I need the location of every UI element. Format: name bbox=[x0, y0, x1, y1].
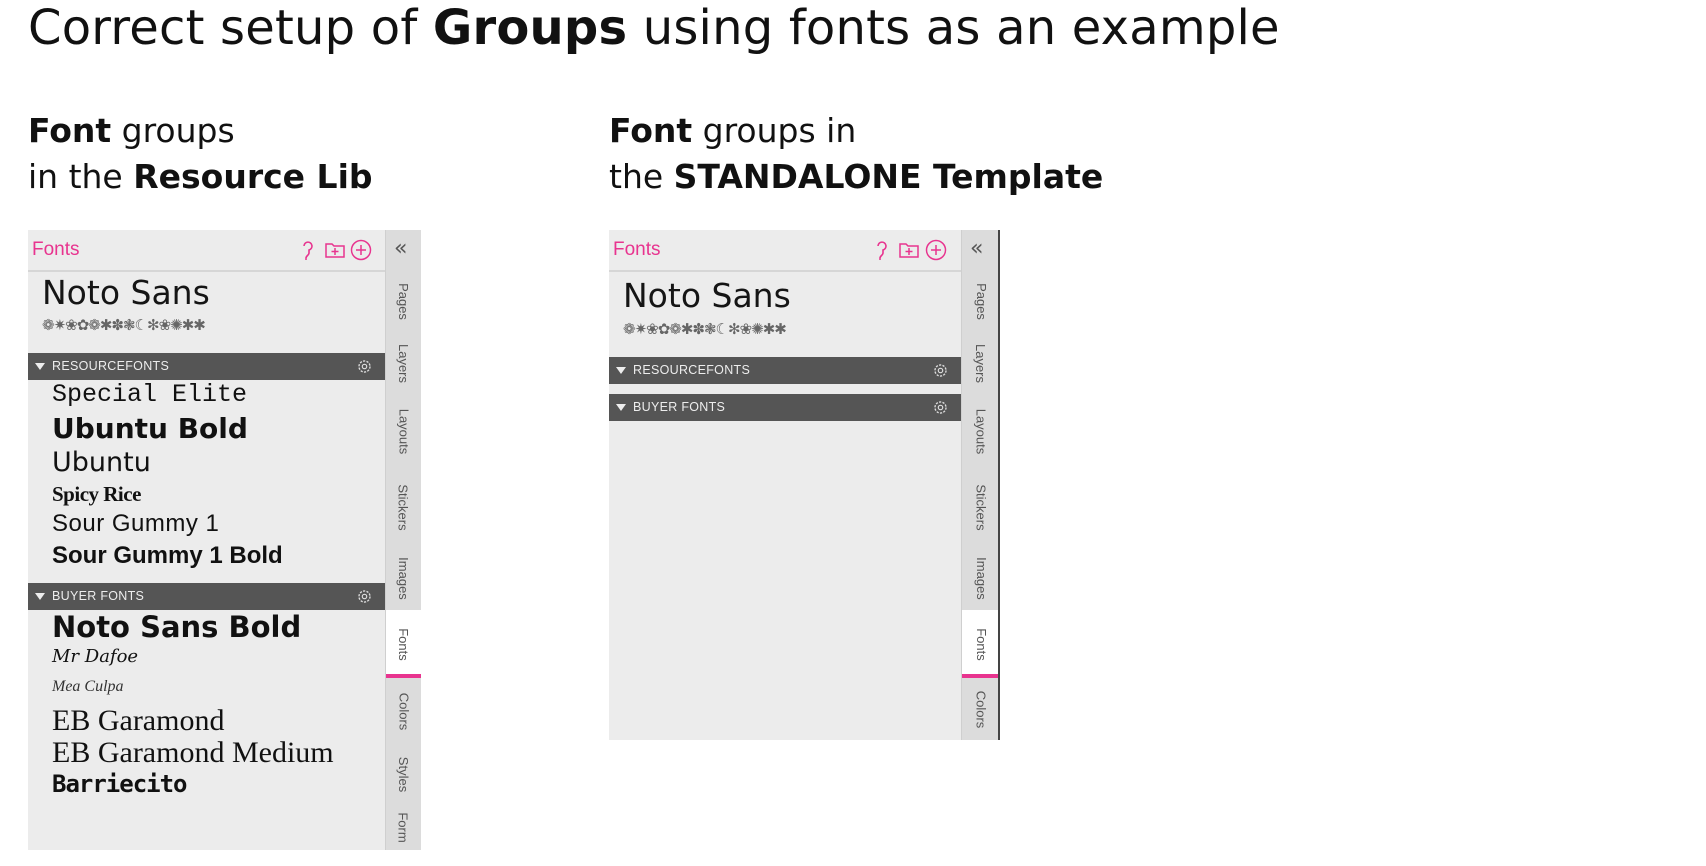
tab-label: Layouts bbox=[973, 408, 989, 454]
caption-bold: Font bbox=[609, 111, 693, 150]
tab-label: Fonts bbox=[973, 627, 989, 661]
resource-lib-fonts-panel: Fonts Noto Sans ❁✷❀✿❁✱✽❃☾✻❀✺✱✱ RESOURCEF… bbox=[28, 230, 385, 850]
tab-images[interactable]: Images bbox=[962, 546, 1000, 610]
font-item-sour-gummy-bold[interactable]: Sour Gummy 1 Bold bbox=[52, 542, 283, 570]
tab-label: Styles bbox=[396, 756, 411, 792]
glyph-sample: ❁✷❀✿❁✱✽❃☾✻❀✺✱✱ bbox=[623, 320, 787, 338]
font-item-mea-culpa[interactable]: Mea Culpa bbox=[52, 678, 124, 696]
font-item-ubuntu[interactable]: Ubuntu bbox=[52, 447, 151, 478]
caption-text: groups bbox=[111, 111, 235, 150]
tab-label: Pages bbox=[973, 282, 989, 320]
font-item-mr-dafoe[interactable]: Mr Dafoe bbox=[52, 646, 138, 667]
font-item-ubuntu-bold[interactable]: Ubuntu Bold bbox=[52, 412, 248, 445]
tab-fonts[interactable]: Fonts bbox=[962, 610, 1000, 678]
tab-label: Fonts bbox=[395, 627, 411, 661]
group-label: BUYER FONTS bbox=[52, 589, 145, 603]
glyph-sample: ❁✷❀✿❁✱✽❃☾✻❀✺✱✱ bbox=[42, 316, 206, 334]
font-item-special-elite[interactable]: Special Elite bbox=[52, 380, 247, 409]
tab-stickers[interactable]: Stickers bbox=[962, 468, 1000, 546]
tab-label: Colors bbox=[973, 690, 989, 728]
tab-form[interactable]: Form bbox=[386, 804, 421, 850]
tab-label: Layers bbox=[973, 343, 989, 383]
featured-font-noto-sans[interactable]: Noto Sans bbox=[42, 273, 210, 312]
tab-label: Colors bbox=[396, 692, 412, 730]
caption-text: the bbox=[609, 157, 674, 196]
heading-text-end: using fonts as an example bbox=[627, 0, 1280, 56]
double-chevron-left-icon[interactable]: « bbox=[970, 236, 983, 261]
tab-pages[interactable]: Pages bbox=[386, 270, 421, 332]
tab-label: Stickers bbox=[396, 483, 412, 531]
tab-layouts[interactable]: Layouts bbox=[386, 394, 421, 468]
plus-circle-icon[interactable] bbox=[350, 239, 372, 261]
triangle-down-icon[interactable] bbox=[616, 404, 626, 411]
standalone-template-caption: Font groups in the STANDALONE Template bbox=[609, 108, 1103, 200]
double-chevron-left-icon[interactable]: « bbox=[394, 236, 407, 261]
font-item-barriecito[interactable]: Barriecito bbox=[52, 770, 187, 798]
panel-title: Fonts bbox=[32, 239, 80, 260]
tab-label: Pages bbox=[396, 282, 411, 320]
panel-header: Fonts bbox=[609, 230, 961, 272]
caption-bold: STANDALONE Template bbox=[673, 157, 1104, 196]
page-heading: Correct setup of Groups using fonts as a… bbox=[28, 0, 1280, 56]
caption-text: groups in bbox=[692, 111, 857, 150]
group-bar-resourcefonts[interactable]: RESOURCEFONTS bbox=[609, 357, 961, 384]
folder-plus-icon[interactable] bbox=[898, 239, 920, 261]
triangle-down-icon[interactable] bbox=[616, 367, 626, 374]
tab-stickers[interactable]: Stickers bbox=[386, 468, 421, 546]
group-bar-buyer-fonts[interactable]: BUYER FONTS bbox=[609, 394, 961, 421]
panel-edge bbox=[998, 230, 1000, 740]
tab-layers[interactable]: Layers bbox=[962, 332, 1000, 394]
heading-text: Correct setup of bbox=[28, 0, 433, 56]
heading-bold-text: Groups bbox=[432, 0, 628, 56]
question-icon[interactable] bbox=[871, 239, 893, 261]
group-label: RESOURCEFONTS bbox=[633, 363, 751, 377]
featured-font-noto-sans[interactable]: Noto Sans bbox=[623, 276, 791, 315]
tab-pages[interactable]: Pages bbox=[962, 270, 1000, 332]
font-item-eb-garamond-medium[interactable]: EB Garamond Medium bbox=[52, 736, 334, 770]
gear-icon[interactable] bbox=[356, 588, 373, 605]
tab-colors[interactable]: Colors bbox=[386, 678, 421, 744]
panel-title: Fonts bbox=[613, 239, 661, 260]
tab-images[interactable]: Images bbox=[386, 546, 421, 610]
panel-header: Fonts bbox=[28, 230, 385, 272]
font-item-sour-gummy[interactable]: Sour Gummy 1 bbox=[52, 510, 219, 538]
tab-colors[interactable]: Colors bbox=[962, 678, 1000, 740]
font-item-spicy-rice[interactable]: Spicy Rice bbox=[52, 482, 141, 507]
triangle-down-icon[interactable] bbox=[35, 363, 45, 370]
tab-label: Images bbox=[973, 556, 989, 600]
question-icon[interactable] bbox=[297, 239, 319, 261]
tab-label: Form bbox=[396, 811, 411, 843]
gear-icon[interactable] bbox=[932, 399, 949, 416]
caption-text: in the bbox=[28, 157, 134, 196]
plus-circle-icon[interactable] bbox=[925, 239, 947, 261]
tab-label: Images bbox=[396, 556, 412, 600]
caption-bold: Font bbox=[28, 111, 112, 150]
tab-fonts[interactable]: Fonts bbox=[386, 610, 421, 678]
group-label: BUYER FONTS bbox=[633, 400, 726, 414]
resource-lib-side-tabs: « Pages Layers Layouts Stickers Images F… bbox=[385, 230, 421, 850]
tab-styles[interactable]: Styles bbox=[386, 744, 421, 804]
resource-lib-caption: Font groups in the Resource Lib bbox=[28, 108, 373, 200]
group-bar-resourcefonts[interactable]: RESOURCEFONTS bbox=[28, 353, 385, 380]
triangle-down-icon[interactable] bbox=[35, 593, 45, 600]
font-item-noto-sans-bold[interactable]: Noto Sans Bold bbox=[52, 610, 301, 644]
tab-layouts[interactable]: Layouts bbox=[962, 394, 1000, 468]
tab-label: Stickers bbox=[973, 483, 989, 531]
gear-icon[interactable] bbox=[932, 362, 949, 379]
tab-layers[interactable]: Layers bbox=[386, 332, 421, 394]
standalone-fonts-panel: Fonts Noto Sans ❁✷❀✿❁✱✽❃☾✻❀✺✱✱ RESOURCEF… bbox=[609, 230, 961, 740]
standalone-side-tabs: « Pages Layers Layouts Stickers Images F… bbox=[961, 230, 1000, 740]
group-label: RESOURCEFONTS bbox=[52, 359, 170, 373]
gear-icon[interactable] bbox=[356, 358, 373, 375]
tab-label: Layouts bbox=[396, 408, 412, 454]
tab-label: Layers bbox=[396, 343, 411, 383]
caption-bold: Resource Lib bbox=[133, 157, 373, 196]
folder-plus-icon[interactable] bbox=[324, 239, 346, 261]
font-item-eb-garamond[interactable]: EB Garamond bbox=[52, 704, 224, 738]
group-bar-buyer-fonts[interactable]: BUYER FONTS bbox=[28, 583, 385, 610]
